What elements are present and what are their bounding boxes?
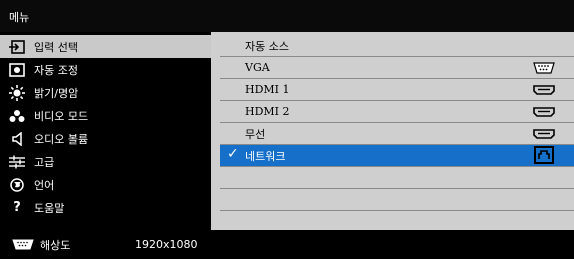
menu-item-label: 자동 조정 (34, 63, 78, 77)
empty-row (220, 189, 574, 211)
source-option-vga[interactable]: VGA (220, 57, 574, 79)
menu-item-auto-adjust[interactable]: 자동 조정 (0, 58, 211, 81)
menu-item-video-mode[interactable]: 비디오 모드 (0, 104, 211, 127)
source-option-hdmi2[interactable]: HDMI 2 (220, 101, 574, 123)
menu-item-label: 도움말 (34, 201, 65, 215)
input-source-panel: 자동 소스 VGA HDMI 1 HDMI 2 무선 ✓ 네트워크 (211, 32, 574, 230)
vga-port-icon (12, 239, 34, 250)
source-option-label: 네트워크 (245, 149, 286, 163)
resolution-label: 해상도 (40, 238, 71, 252)
input-select-icon (8, 38, 26, 56)
speaker-icon (8, 130, 26, 148)
menu-item-label: 언어 (34, 178, 55, 192)
main-menu: 입력 선택 자동 조정 밝기/명암 비디오 모드 오디오 볼륨 고급 언어 ? … (0, 32, 211, 230)
menu-item-label: 입력 선택 (34, 40, 78, 54)
auto-adjust-icon (8, 61, 26, 79)
menu-item-label: 오디오 볼륨 (34, 132, 89, 146)
help-icon: ? (13, 200, 21, 215)
row-separator (220, 210, 574, 211)
source-option-auto[interactable]: 자동 소스 (220, 35, 574, 57)
source-option-label: 자동 소스 (245, 39, 289, 53)
source-option-label: HDMI 2 (245, 105, 290, 118)
menu-item-label: 고급 (34, 155, 55, 169)
menu-item-help[interactable]: ? 도움말 (0, 196, 211, 219)
menu-item-advanced[interactable]: 고급 (0, 150, 211, 173)
menu-item-brightness[interactable]: 밝기/명암 (0, 81, 211, 104)
source-option-hdmi1[interactable]: HDMI 1 (220, 79, 574, 101)
brightness-icon (8, 84, 26, 102)
menu-item-language[interactable]: 언어 (0, 173, 211, 196)
globe-icon (8, 176, 26, 194)
source-option-label: HDMI 1 (245, 83, 290, 96)
resolution-value: 1920x1080 (135, 238, 198, 251)
hdmi-port-icon (532, 104, 556, 119)
source-option-label: 무선 (245, 127, 266, 141)
menu-item-label: 밝기/명암 (34, 86, 79, 100)
source-option-label: VGA (245, 61, 270, 74)
checkmark-icon: ✓ (227, 146, 239, 162)
video-mode-icon (8, 107, 26, 125)
menu-item-audio-volume[interactable]: 오디오 볼륨 (0, 127, 211, 150)
source-option-wireless[interactable]: 무선 (220, 123, 574, 145)
menu-title-bar: 메뉴 (0, 0, 574, 32)
network-port-icon (532, 145, 556, 164)
menu-item-input-select[interactable]: 입력 선택 (0, 35, 211, 58)
empty-row (220, 167, 574, 189)
advanced-settings-icon (8, 153, 26, 171)
projector-osd: 메뉴 입력 선택 자동 조정 밝기/명암 비디오 모드 오디오 볼륨 고급 언어… (0, 0, 574, 259)
menu-title: 메뉴 (9, 11, 30, 24)
hdmi-port-icon (532, 126, 556, 141)
hdmi-port-icon (532, 82, 556, 97)
status-bar: 해상도 1920x1080 (0, 230, 574, 259)
vga-port-icon (532, 60, 556, 75)
menu-item-label: 비디오 모드 (34, 109, 89, 123)
source-option-network[interactable]: ✓ 네트워크 (220, 145, 574, 167)
